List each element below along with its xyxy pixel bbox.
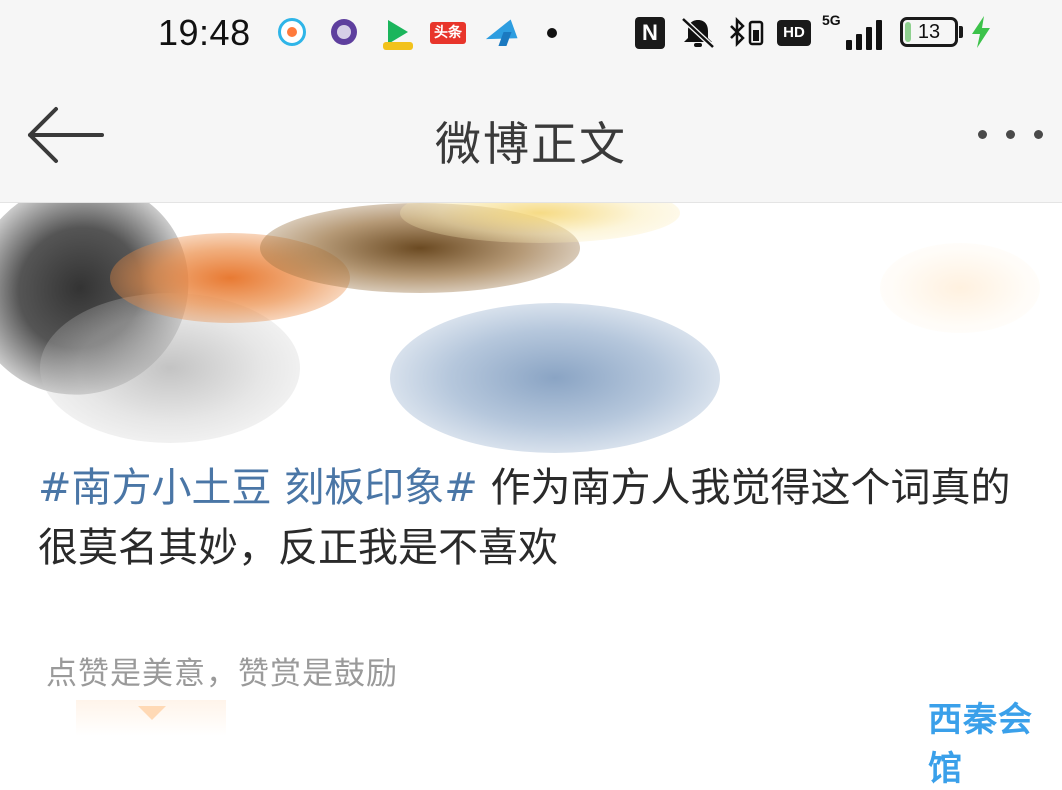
bluetooth-icon xyxy=(726,16,766,50)
status-bar: 19:48 头条 N HD 5G 13 xyxy=(0,0,1062,70)
nfc-icon: N xyxy=(635,17,665,49)
toutiao-app-icon: 头条 xyxy=(430,22,466,44)
more-options-button[interactable] xyxy=(972,120,1050,150)
reward-indicator xyxy=(76,700,226,736)
video-app-icon xyxy=(383,18,413,50)
page-title: 微博正文 xyxy=(435,117,627,171)
follow-button-smudge xyxy=(880,243,1040,333)
more-notifications-dot xyxy=(547,28,557,38)
battery-indicator: 13 xyxy=(900,17,958,47)
post-content: #南方小土豆 刻板印象# 作为南方人我觉得这个词真的很莫名其妙，反正我是不喜欢 xyxy=(38,458,1028,578)
reward-prompt: 点赞是美意，赞赏是鼓励 xyxy=(46,656,398,692)
status-time: 19:48 xyxy=(158,12,251,53)
redacted-author-header xyxy=(0,203,1062,453)
more-dot-icon xyxy=(1034,130,1043,139)
topic-link[interactable]: #南方小土豆 刻板印象# xyxy=(38,465,478,511)
navigation-bar: 微博正文 xyxy=(0,70,1062,203)
more-dot-icon xyxy=(978,130,987,139)
charging-bolt-icon xyxy=(968,14,994,50)
signal-strength-icon xyxy=(840,14,886,50)
network-type-label: 5G xyxy=(822,12,841,28)
site-watermark: 西秦会馆 xyxy=(928,700,1033,789)
more-dot-icon xyxy=(1006,130,1015,139)
news-app-icon xyxy=(278,18,306,46)
browser-app-icon xyxy=(331,19,357,45)
mute-bell-icon xyxy=(680,16,716,50)
smudge xyxy=(390,303,720,453)
telegram-app-icon xyxy=(485,18,517,48)
hd-voice-icon: HD xyxy=(777,20,811,46)
battery-tip xyxy=(959,26,963,38)
battery-level-text: 13 xyxy=(917,21,941,43)
